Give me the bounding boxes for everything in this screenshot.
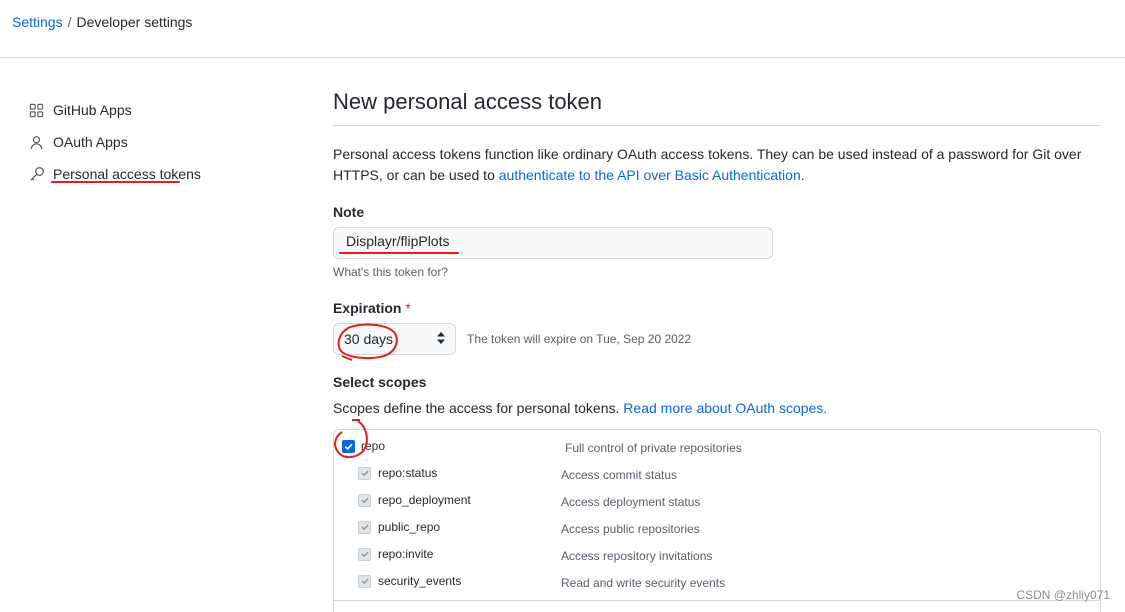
sidebar-item-oauth-apps[interactable]: OAuth Apps [28,126,201,158]
public-repo-checkbox[interactable] [358,520,371,534]
scope-name: public_repo [378,520,441,534]
page-description: Personal access tokens function like ord… [333,144,1101,186]
apps-grid-icon [28,102,45,119]
scope-row-repo-deployment[interactable]: repo_deployment [358,493,471,507]
breadcrumb-separator: / [67,14,72,30]
scope-name: repo_deployment [378,493,471,507]
scopes-description-text: Scopes define the access for personal to… [333,400,620,416]
sidebar-item-label: OAuth Apps [53,134,128,150]
breadcrumb-current: Developer settings [76,14,193,30]
breadcrumb: Settings / Developer settings [12,14,192,30]
scope-name: repo:status [378,466,438,480]
annotation-circle-expiration [337,323,398,361]
scope-description: Full control of private repositories [565,441,742,455]
annotation-circle-repo [334,419,368,458]
scopes-description: Scopes define the access for personal to… [333,400,827,416]
watermark: CSDN @zhliy071 [1016,588,1110,602]
select-arrows-icon [437,331,445,347]
scopes-list-divider [333,600,1101,601]
scope-row-public-repo[interactable]: public_repo [358,520,440,534]
scope-description: Access deployment status [561,495,701,509]
required-mark: * [405,300,411,316]
scope-description: Access commit status [561,468,678,482]
scope-description: Read and write security events [561,576,726,590]
sidebar-item-label: Personal access tokens [53,166,201,182]
expiration-label-text: Expiration [333,300,402,316]
page-title: New personal access token [333,84,1101,126]
scope-row-repo-invite[interactable]: repo:invite [358,547,433,561]
oauth-scopes-link[interactable]: Read more about OAuth scopes. [623,400,827,416]
repo-invite-checkbox[interactable] [358,547,371,561]
scope-description: Access public repositories [561,522,700,536]
scope-name: security_events [378,574,462,588]
scope-name: repo:invite [378,547,434,561]
sidebar-item-personal-access-tokens[interactable]: Personal access tokens [28,158,201,190]
repo-status-checkbox[interactable] [358,466,371,480]
scope-row-repo-status[interactable]: repo:status [358,466,437,480]
scope-description: Access repository invitations [561,549,713,563]
note-value: Displayr/flipPlots [346,233,450,249]
annotation-underline-sidebar [51,181,180,183]
repo-deployment-checkbox[interactable] [358,493,371,507]
sidebar-item-label: GitHub Apps [53,102,132,118]
sidebar: GitHub Apps OAuth Apps Personal access t… [28,94,201,190]
security-events-checkbox[interactable] [358,574,371,588]
person-icon [28,134,45,151]
expiration-info: The token will expire on Tue, Sep 20 202… [467,332,692,346]
breadcrumb-settings-link[interactable]: Settings [12,14,63,30]
scopes-label: Select scopes [333,374,427,390]
note-input[interactable]: Displayr/flipPlots [333,227,773,259]
scope-row-security-events[interactable]: security_events [358,574,461,588]
basic-auth-link[interactable]: authenticate to the API over Basic Authe… [499,167,801,183]
header-divider [0,57,1125,58]
sidebar-item-github-apps[interactable]: GitHub Apps [28,94,201,126]
expiration-label: Expiration * [333,300,411,316]
main-content: New personal access token Personal acces… [333,84,1101,612]
annotation-underline-note [339,252,459,254]
description-end: . [800,167,805,183]
note-label: Note [333,204,365,220]
key-icon [28,166,45,183]
note-hint: What's this token for? [333,265,449,279]
